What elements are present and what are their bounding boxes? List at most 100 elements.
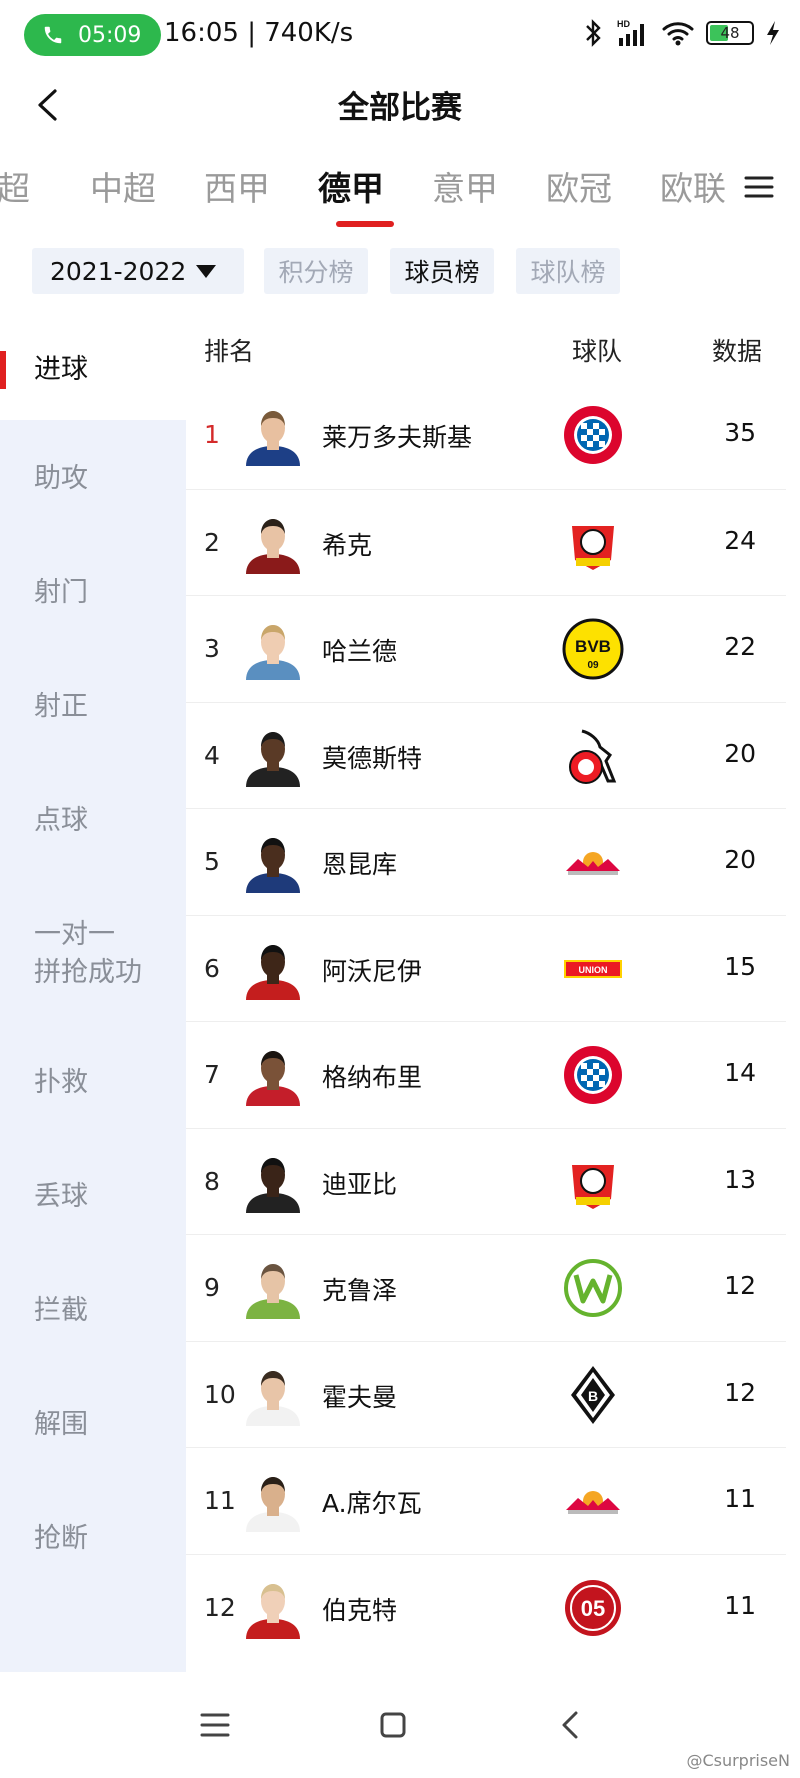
league-tab[interactable]: 中超 [90, 162, 156, 210]
player-name: 莫德斯特 [322, 743, 423, 773]
battery-level: 48 [720, 24, 740, 42]
player-name: A.席尔瓦 [322, 1489, 422, 1518]
stat-category-sidebar: 进球助攻射门射正点球一对一 拼抢成功扑救丢球拦截解围抢断 [0, 320, 186, 1672]
filter-button[interactable]: 球员榜 [390, 248, 494, 294]
stat-category-label: 助攻 [34, 463, 88, 494]
stat-category-item[interactable]: 解围 [0, 1406, 186, 1444]
player-avatar [246, 518, 300, 574]
goal-count: 24 [724, 525, 756, 555]
league-tab[interactable]: 德甲 [318, 162, 384, 210]
wifi-icon [662, 22, 694, 46]
player-name: 哈兰德 [322, 637, 398, 666]
phone-icon [44, 26, 62, 44]
app-header: 全部比赛 [0, 70, 800, 140]
stat-category-item[interactable]: 助攻 [0, 460, 186, 498]
menu-icon[interactable] [740, 168, 778, 206]
goal-count: 11 [724, 1484, 756, 1513]
season-select[interactable]: 2021-2022 [32, 248, 244, 294]
player-avatar [246, 1264, 300, 1319]
stat-category-item[interactable]: 扑救 [0, 1064, 186, 1102]
stat-category-item[interactable]: 拦截 [0, 1292, 186, 1330]
stat-category-item[interactable]: 点球 [0, 802, 186, 840]
player-rank: 7 [204, 1060, 220, 1089]
goal-count: 15 [724, 951, 756, 981]
stat-category-label: 解围 [34, 1409, 88, 1440]
mainz-badge-icon: 05 [565, 1579, 621, 1636]
table-row[interactable]: 1 莱万多夫斯基 35 [186, 382, 786, 489]
dortmund-badge-icon: BVB 09 [562, 618, 624, 680]
goal-count: 20 [724, 738, 756, 768]
league-tab[interactable]: 英超 [0, 162, 30, 210]
table-row[interactable]: 8 迪亚比 13 [186, 1127, 786, 1235]
player-avatar [246, 411, 300, 466]
koeln-badge-icon [569, 729, 617, 784]
player-rank: 5 [204, 847, 220, 876]
svg-text:BVB: BVB [575, 637, 611, 656]
union-badge-icon: UNION [564, 959, 622, 978]
table-row[interactable]: 9 克鲁泽 12 [186, 1234, 786, 1341]
goal-count: 11 [724, 1590, 756, 1620]
league-tab[interactable]: 意甲 [432, 162, 498, 210]
table-row[interactable]: 7 格纳布里 14 [186, 1021, 786, 1128]
goal-count: 20 [724, 845, 756, 874]
leipzig-badge-icon [566, 1491, 620, 1514]
recents-icon [200, 1713, 230, 1737]
table-row[interactable]: 5 恩昆库 20 [186, 808, 786, 915]
goal-count: 14 [724, 1058, 756, 1087]
nav-menu-button[interactable] [190, 1700, 240, 1750]
player-rank: 6 [204, 953, 220, 983]
stat-category-item[interactable]: 一对一 拼抢成功 [0, 916, 186, 992]
player-rank: 4 [204, 740, 220, 770]
table-row[interactable]: 2 希克 24 [186, 488, 786, 596]
bayern-badge-icon [564, 406, 622, 464]
league-tab[interactable]: 欧冠 [546, 162, 612, 210]
status-icons: HD 48 [582, 18, 780, 48]
table-header: 排名 球队 数据 [186, 320, 800, 380]
leipzig-badge-icon [566, 852, 620, 875]
svg-text:B: B [588, 1388, 598, 1404]
table-row[interactable]: 11 A.席尔瓦 11 [186, 1447, 786, 1554]
player-name: 迪亚比 [322, 1169, 398, 1199]
goal-count: 35 [724, 418, 756, 447]
league-tab[interactable]: 欧联 [660, 162, 726, 210]
svg-text:UNION: UNION [579, 965, 608, 975]
table-row[interactable]: 10 霍夫曼 B 12 [186, 1340, 786, 1448]
filter-button[interactable]: 球队榜 [516, 248, 620, 294]
player-avatar [246, 838, 300, 893]
stat-category-item[interactable]: 丢球 [0, 1178, 186, 1216]
player-avatar [246, 625, 300, 680]
bluetooth-icon [586, 19, 601, 47]
table-row[interactable]: 12 伯克特 05 11 [186, 1553, 786, 1661]
league-tab[interactable]: 西甲 [204, 162, 270, 210]
wolfsburg-badge-icon [564, 1259, 622, 1317]
ongoing-call-pill[interactable]: 05:09 [24, 14, 161, 56]
bayern-badge-icon [564, 1046, 622, 1104]
stat-category-item[interactable]: 射门 [0, 574, 186, 612]
home-icon [380, 1712, 406, 1738]
stat-category-item[interactable]: 抢断 [0, 1520, 186, 1558]
player-name: 伯克特 [322, 1595, 398, 1625]
filter-button[interactable]: 积分榜 [264, 248, 368, 294]
stat-category-item[interactable]: 射正 [0, 688, 186, 726]
player-ranking-list: 1 莱万多夫斯基 35 2 希克 24 3 哈兰德 BVB 09 22 4 莫德斯特 20 5 恩昆库 20 6 阿… [186, 382, 786, 1660]
player-avatar [246, 944, 300, 1000]
watermark: @CsurpriseN [686, 1751, 790, 1770]
player-name: 格纳布里 [322, 1063, 423, 1092]
player-rank: 9 [204, 1273, 220, 1302]
table-row[interactable]: 4 莫德斯特 20 [186, 701, 786, 809]
signal-icon: HD [617, 19, 644, 46]
goal-count: 22 [724, 632, 756, 661]
hd-label: HD [617, 19, 630, 29]
stat-category-label: 点球 [34, 805, 88, 836]
leverkusen-badge-icon [572, 1164, 614, 1209]
caret-down-icon [196, 265, 216, 278]
nav-home-button[interactable] [368, 1700, 418, 1750]
table-row[interactable]: 3 哈兰德 BVB 09 22 [186, 595, 786, 702]
nav-back-button[interactable] [545, 1700, 595, 1750]
player-rank: 3 [204, 634, 220, 663]
stat-category-label: 抢断 [34, 1523, 88, 1554]
table-row[interactable]: 6 阿沃尼伊 UNION 15 [186, 914, 786, 1022]
stat-category-item[interactable]: 进球 [0, 320, 186, 420]
player-name: 阿沃尼伊 [322, 956, 423, 986]
stat-category-label: 射门 [34, 577, 88, 608]
